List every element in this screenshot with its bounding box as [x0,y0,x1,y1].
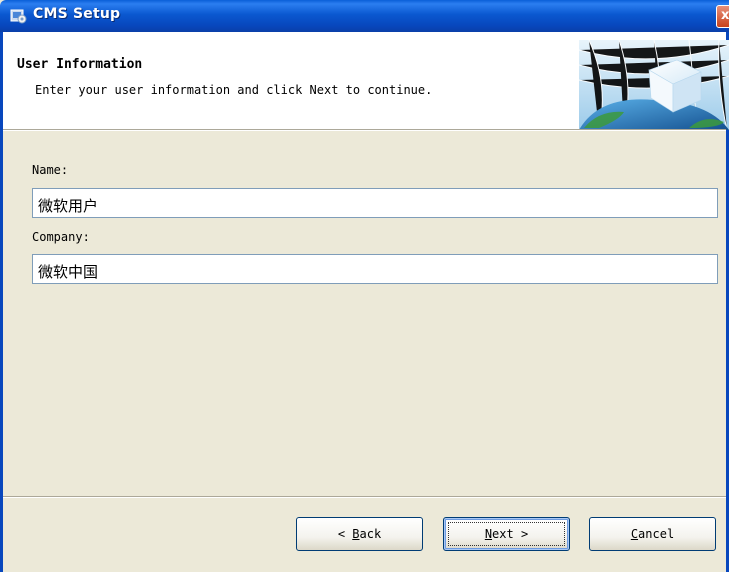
cancel-button-rest: ancel [638,526,675,541]
back-button-prefix: < [337,526,353,541]
company-field[interactable] [32,254,718,284]
focus-ring [448,522,565,546]
title-bar[interactable]: CMS Setup x [0,0,729,32]
wizard-header: User Information Enter your user informa… [3,32,729,130]
close-button[interactable]: x [716,5,729,28]
header-divider [3,129,726,131]
next-button[interactable]: Next > [443,517,570,551]
window-title: CMS Setup [33,6,121,22]
back-button[interactable]: < Back [296,517,423,551]
setup-installer-icon [10,9,27,24]
wizard-banner-image [579,40,729,130]
page-description: Enter your user information and click Ne… [35,83,433,97]
back-button-rest: ack [359,526,382,541]
company-label: Company: [32,230,90,244]
setup-window: CMS Setup x User Information Enter your … [0,0,729,572]
footer-divider [3,496,726,498]
close-icon: x [721,8,729,23]
cancel-button[interactable]: Cancel [589,517,716,551]
cancel-button-mnemonic: C [630,526,639,541]
name-label: Name: [32,163,69,177]
name-field[interactable] [32,188,718,218]
page-title: User Information [17,57,143,72]
back-button-mnemonic: B [352,526,360,541]
